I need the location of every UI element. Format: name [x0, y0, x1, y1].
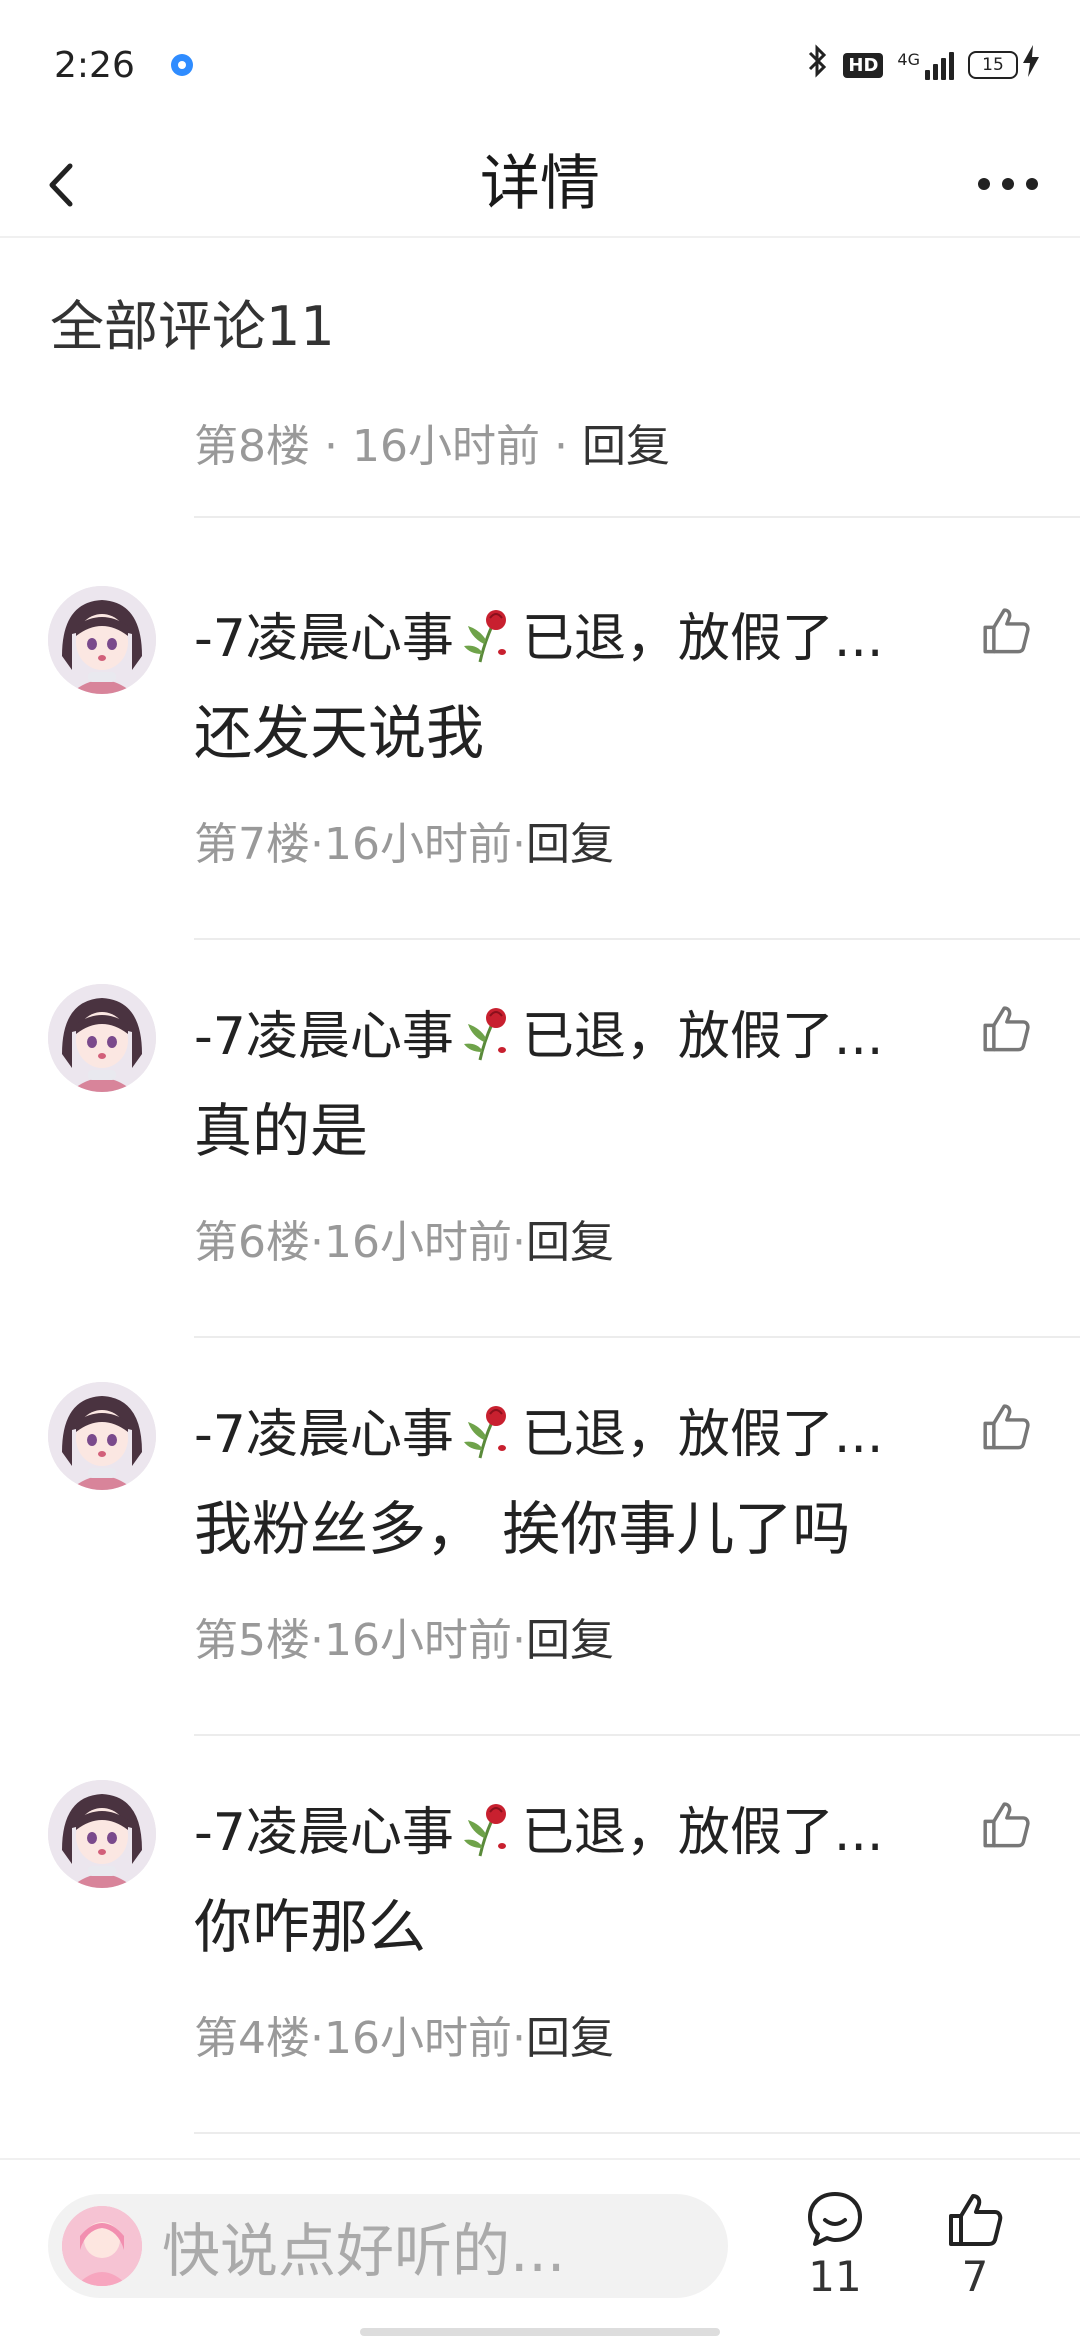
status-bar: 2:26 HD 4G 15: [0, 0, 1080, 130]
comment-text: 还发天说我: [194, 699, 485, 767]
signal-icon: 4G: [897, 50, 954, 80]
commenter-name[interactable]: -7凌晨心事 已退，放假了...: [194, 596, 924, 671]
comment-count-button[interactable]: 11: [790, 2190, 880, 2301]
comment-meta: 第8楼 · 16小时前 · 回复: [194, 421, 670, 472]
comment-like-icon[interactable]: [980, 1798, 1032, 1850]
time-label: 16小时前: [324, 1217, 512, 1268]
comment-like-icon[interactable]: [980, 1002, 1032, 1054]
wilted-rose-icon: [458, 604, 518, 664]
comment-like-icon[interactable]: [980, 604, 1032, 656]
comment-meta: 第6楼·16小时前·回复: [194, 1217, 614, 1268]
home-indicator: [360, 2328, 720, 2336]
location-dot-icon: [170, 54, 193, 76]
bluetooth-icon: [807, 44, 829, 86]
commenter-avatar[interactable]: [48, 1382, 156, 1490]
commenter-name[interactable]: -7凌晨心事 已退，放假了...: [194, 994, 924, 1069]
reply-button[interactable]: 回复: [526, 1615, 614, 1666]
more-icon[interactable]: [976, 166, 1040, 202]
comments-section-title: 全部评论11: [50, 295, 335, 358]
commenter-avatar[interactable]: [48, 984, 156, 1092]
charging-icon: [1022, 45, 1040, 85]
floor-label: 第5楼: [194, 1615, 310, 1666]
comment-text: 你咋那么: [194, 1893, 427, 1961]
time-label: 16小时前: [324, 2013, 512, 2064]
comment-count: 11: [808, 2252, 862, 2301]
battery-level: 15: [968, 51, 1018, 79]
thumbs-up-icon: [949, 2194, 1003, 2246]
input-placeholder: 快说点好听的...: [162, 2217, 566, 2285]
status-time: 2:26: [54, 44, 135, 86]
comment-text: 真的是: [194, 1097, 369, 1165]
comment-bubble-icon: [808, 2192, 862, 2246]
floor-label: 第4楼: [194, 2013, 310, 2064]
reply-button[interactable]: 回复: [582, 421, 670, 472]
wilted-rose-icon: [458, 1400, 518, 1460]
hd-badge: HD: [843, 52, 884, 78]
comment-meta: 第5楼·16小时前·回复: [194, 1615, 614, 1666]
battery-icon: 15: [968, 45, 1040, 85]
divider: [194, 1336, 1080, 1338]
commenter-avatar[interactable]: [48, 586, 156, 694]
comment-item[interactable]: -7凌晨心事 已退，放假了... 还发天说我第7楼·16小时前·回复: [0, 586, 1080, 986]
like-count-button[interactable]: 7: [930, 2190, 1020, 2301]
commenter-name[interactable]: -7凌晨心事 已退，放假了...: [194, 1790, 924, 1865]
comment-text: 我粉丝多， 挨你事儿了吗: [194, 1495, 851, 1563]
divider: [194, 1734, 1080, 1736]
comment-input[interactable]: 快说点好听的...: [48, 2194, 728, 2298]
comment-item[interactable]: -7凌晨心事 已退，放假了... 我粉丝多， 挨你事儿了吗第5楼·16小时前·回复: [0, 1382, 1080, 1782]
time-label: 16小时前: [324, 819, 512, 870]
bottom-bar: 快说点好听的... 11 7: [0, 2158, 1080, 2340]
comment-item[interactable]: -7凌晨心事 已退，放假了... 你咋那么第4楼·16小时前·回复: [0, 1780, 1080, 2180]
commenter-name[interactable]: -7凌晨心事 已退，放假了...: [194, 1392, 924, 1467]
status-icons: HD 4G 15: [807, 44, 1040, 86]
title-bar: 详情: [0, 130, 1080, 238]
comment-like-icon[interactable]: [980, 1400, 1032, 1452]
reply-button[interactable]: 回复: [526, 819, 614, 870]
reply-button[interactable]: 回复: [526, 1217, 614, 1268]
reply-button[interactable]: 回复: [526, 2013, 614, 2064]
floor-label: 第7楼: [194, 819, 310, 870]
commenter-avatar[interactable]: [48, 1780, 156, 1888]
comment-meta: 第4楼·16小时前·回复: [194, 2013, 614, 2064]
wilted-rose-icon: [458, 1798, 518, 1858]
comment-meta: 第7楼·16小时前·回复: [194, 819, 614, 870]
time-label: 16小时前: [324, 1615, 512, 1666]
wilted-rose-icon: [458, 1002, 518, 1062]
divider: [194, 516, 1080, 518]
time-label: 16小时前: [352, 421, 540, 472]
page-title: 详情: [480, 149, 600, 219]
user-avatar: [62, 2206, 142, 2286]
floor-label: 第8楼: [194, 421, 310, 472]
like-count: 7: [961, 2252, 989, 2301]
network-type: 4G: [897, 50, 920, 69]
divider: [194, 938, 1080, 940]
divider: [194, 2132, 1080, 2134]
floor-label: 第6楼: [194, 1217, 310, 1268]
comment-item[interactable]: -7凌晨心事 已退，放假了... 真的是第6楼·16小时前·回复: [0, 984, 1080, 1384]
